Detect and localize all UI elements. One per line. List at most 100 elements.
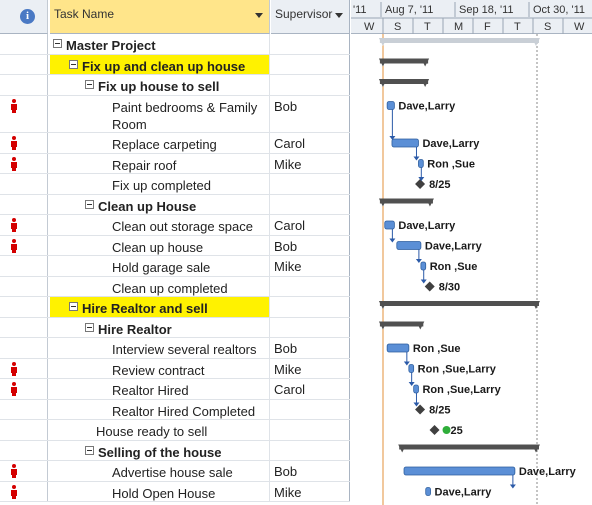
task-name-cell[interactable]: Fix up completed [50,174,270,194]
collapse-toggle-icon[interactable] [69,59,78,69]
summary-bar[interactable] [378,321,425,330]
task-row[interactable]: Hold Open House Mike [0,481,350,502]
task-bar[interactable] [384,220,395,230]
task-name-cell[interactable]: Realtor Hired Completed [50,399,270,419]
task-bar[interactable] [408,364,415,373]
task-row[interactable]: Advertise house sale Bob [0,461,350,482]
supervisor-column-header[interactable]: Supervisor [271,0,350,34]
supervisor-cell[interactable]: Bob [271,95,350,132]
task-name-cell[interactable]: Clean up House [50,194,270,214]
task-row[interactable]: Clean up completed [0,276,350,297]
task-row[interactable]: Repair roof Mike [0,153,350,174]
task-row[interactable]: Hire Realtor [0,317,350,338]
collapse-toggle-icon[interactable] [85,199,94,209]
supervisor-cell[interactable] [271,194,350,214]
collapse-toggle-icon[interactable] [85,322,94,332]
task-bar[interactable] [396,241,422,250]
supervisor-cell[interactable] [271,420,350,440]
task-row[interactable]: Paint bedrooms & Family Room Bob [0,95,350,133]
task-row[interactable]: Hold garage sale Mike [0,256,350,277]
task-row[interactable]: Clean out storage space Carol [0,215,350,236]
task-name-cell[interactable]: Review contract [50,358,270,378]
task-row[interactable]: Review contract Mike [0,358,350,379]
supervisor-cell[interactable]: Carol [271,215,350,235]
collapse-toggle-icon[interactable] [53,39,62,48]
summary-bar[interactable] [378,58,430,67]
task-name-cell[interactable]: Fix up house to sell [50,75,270,95]
indicators-column-header[interactable]: i [0,0,48,34]
task-name-cell[interactable]: Repair roof [50,153,270,173]
gantt-chart[interactable]: Dave,Larry Dave,Larry Ron ,Sue 8/25 Dave,Lar… [351,34,592,505]
task-name-cell[interactable]: Clean out storage space [50,215,270,235]
task-name-cell[interactable]: Fix up and clean up house [50,54,270,74]
supervisor-cell[interactable] [271,317,350,337]
task-bar[interactable] [413,384,419,394]
task-name-column-header[interactable]: Task Name [50,0,270,34]
supervisor-cell[interactable]: Carol [271,133,350,153]
task-name-cell[interactable]: Hold Open House [50,481,270,501]
task-row[interactable]: Clean up House [0,194,350,215]
task-name-cell[interactable]: Master Project [50,34,270,54]
task-name-cell[interactable]: Clean up completed [50,276,270,296]
task-bar[interactable] [403,466,516,476]
collapse-toggle-icon[interactable] [69,302,78,311]
task-row[interactable]: Realtor Hired Carol [0,379,350,400]
collapse-toggle-icon[interactable] [85,445,94,455]
milestone-diamond[interactable] [424,281,435,292]
supervisor-cell[interactable]: Mike [271,358,350,378]
task-row[interactable]: Master Project [0,34,350,55]
supervisor-cell[interactable]: Mike [271,481,350,501]
task-bar[interactable] [386,101,395,110]
supervisor-cell[interactable] [271,34,350,54]
task-row[interactable]: Selling of the house [0,440,350,461]
summary-bar[interactable] [378,38,540,46]
supervisor-cell[interactable]: Mike [271,153,350,173]
task-bar[interactable] [418,159,424,168]
task-row[interactable]: Clean up house Bob [0,235,350,256]
milestone-diamond[interactable] [415,179,426,189]
task-row[interactable]: Interview several realtors Bob [0,338,350,359]
milestone-diamond[interactable] [429,425,440,435]
supervisor-cell[interactable] [271,54,350,74]
task-name-cell[interactable]: Clean up house [50,235,270,255]
supervisor-cell[interactable]: Bob [271,235,350,255]
supervisor-cell[interactable] [271,399,350,419]
summary-bar[interactable] [378,198,434,207]
task-row[interactable]: Hire Realtor and sell [0,297,350,318]
task-name-cell[interactable]: Advertise house sale [50,461,270,481]
task-row[interactable]: Fix up completed [0,174,350,195]
summary-bar[interactable] [398,444,540,453]
supervisor-cell[interactable] [271,75,350,95]
task-bar[interactable] [391,138,419,148]
task-row[interactable]: Realtor Hired Completed [0,399,350,420]
supervisor-cell[interactable]: Bob [271,461,350,481]
supervisor-cell[interactable]: Carol [271,379,350,399]
collapse-toggle-icon[interactable] [85,80,94,89]
task-name-cell[interactable]: Paint bedrooms & Family Room [50,95,270,132]
task-bar[interactable] [420,261,427,271]
chevron-down-icon[interactable] [255,13,263,18]
task-row[interactable]: Fix up house to sell [0,75,350,96]
task-name-cell[interactable]: Hire Realtor [50,317,270,337]
task-row[interactable]: House ready to sell [0,420,350,441]
task-name-cell[interactable]: Interview several realtors [50,338,270,358]
supervisor-cell[interactable] [271,276,350,296]
summary-bar[interactable] [378,79,430,87]
task-name-cell[interactable]: Hold garage sale [50,256,270,276]
task-name-cell[interactable]: Realtor Hired [50,379,270,399]
supervisor-cell[interactable] [271,174,350,194]
supervisor-cell[interactable] [271,297,350,317]
task-name-cell[interactable]: Replace carpeting [50,133,270,153]
task-name-cell[interactable]: House ready to sell [50,420,270,440]
task-bar[interactable] [425,487,431,496]
summary-bar[interactable] [378,301,540,309]
task-name-cell[interactable]: Hire Realtor and sell [50,297,270,317]
task-bar[interactable] [386,343,410,353]
task-row[interactable]: Fix up and clean up house [0,54,350,75]
task-row[interactable]: Replace carpeting Carol [0,133,350,154]
task-name-cell[interactable]: Selling of the house [50,440,270,460]
supervisor-cell[interactable] [271,440,350,460]
supervisor-cell[interactable]: Mike [271,256,350,276]
supervisor-cell[interactable]: Bob [271,338,350,358]
chevron-down-icon[interactable] [335,13,343,18]
